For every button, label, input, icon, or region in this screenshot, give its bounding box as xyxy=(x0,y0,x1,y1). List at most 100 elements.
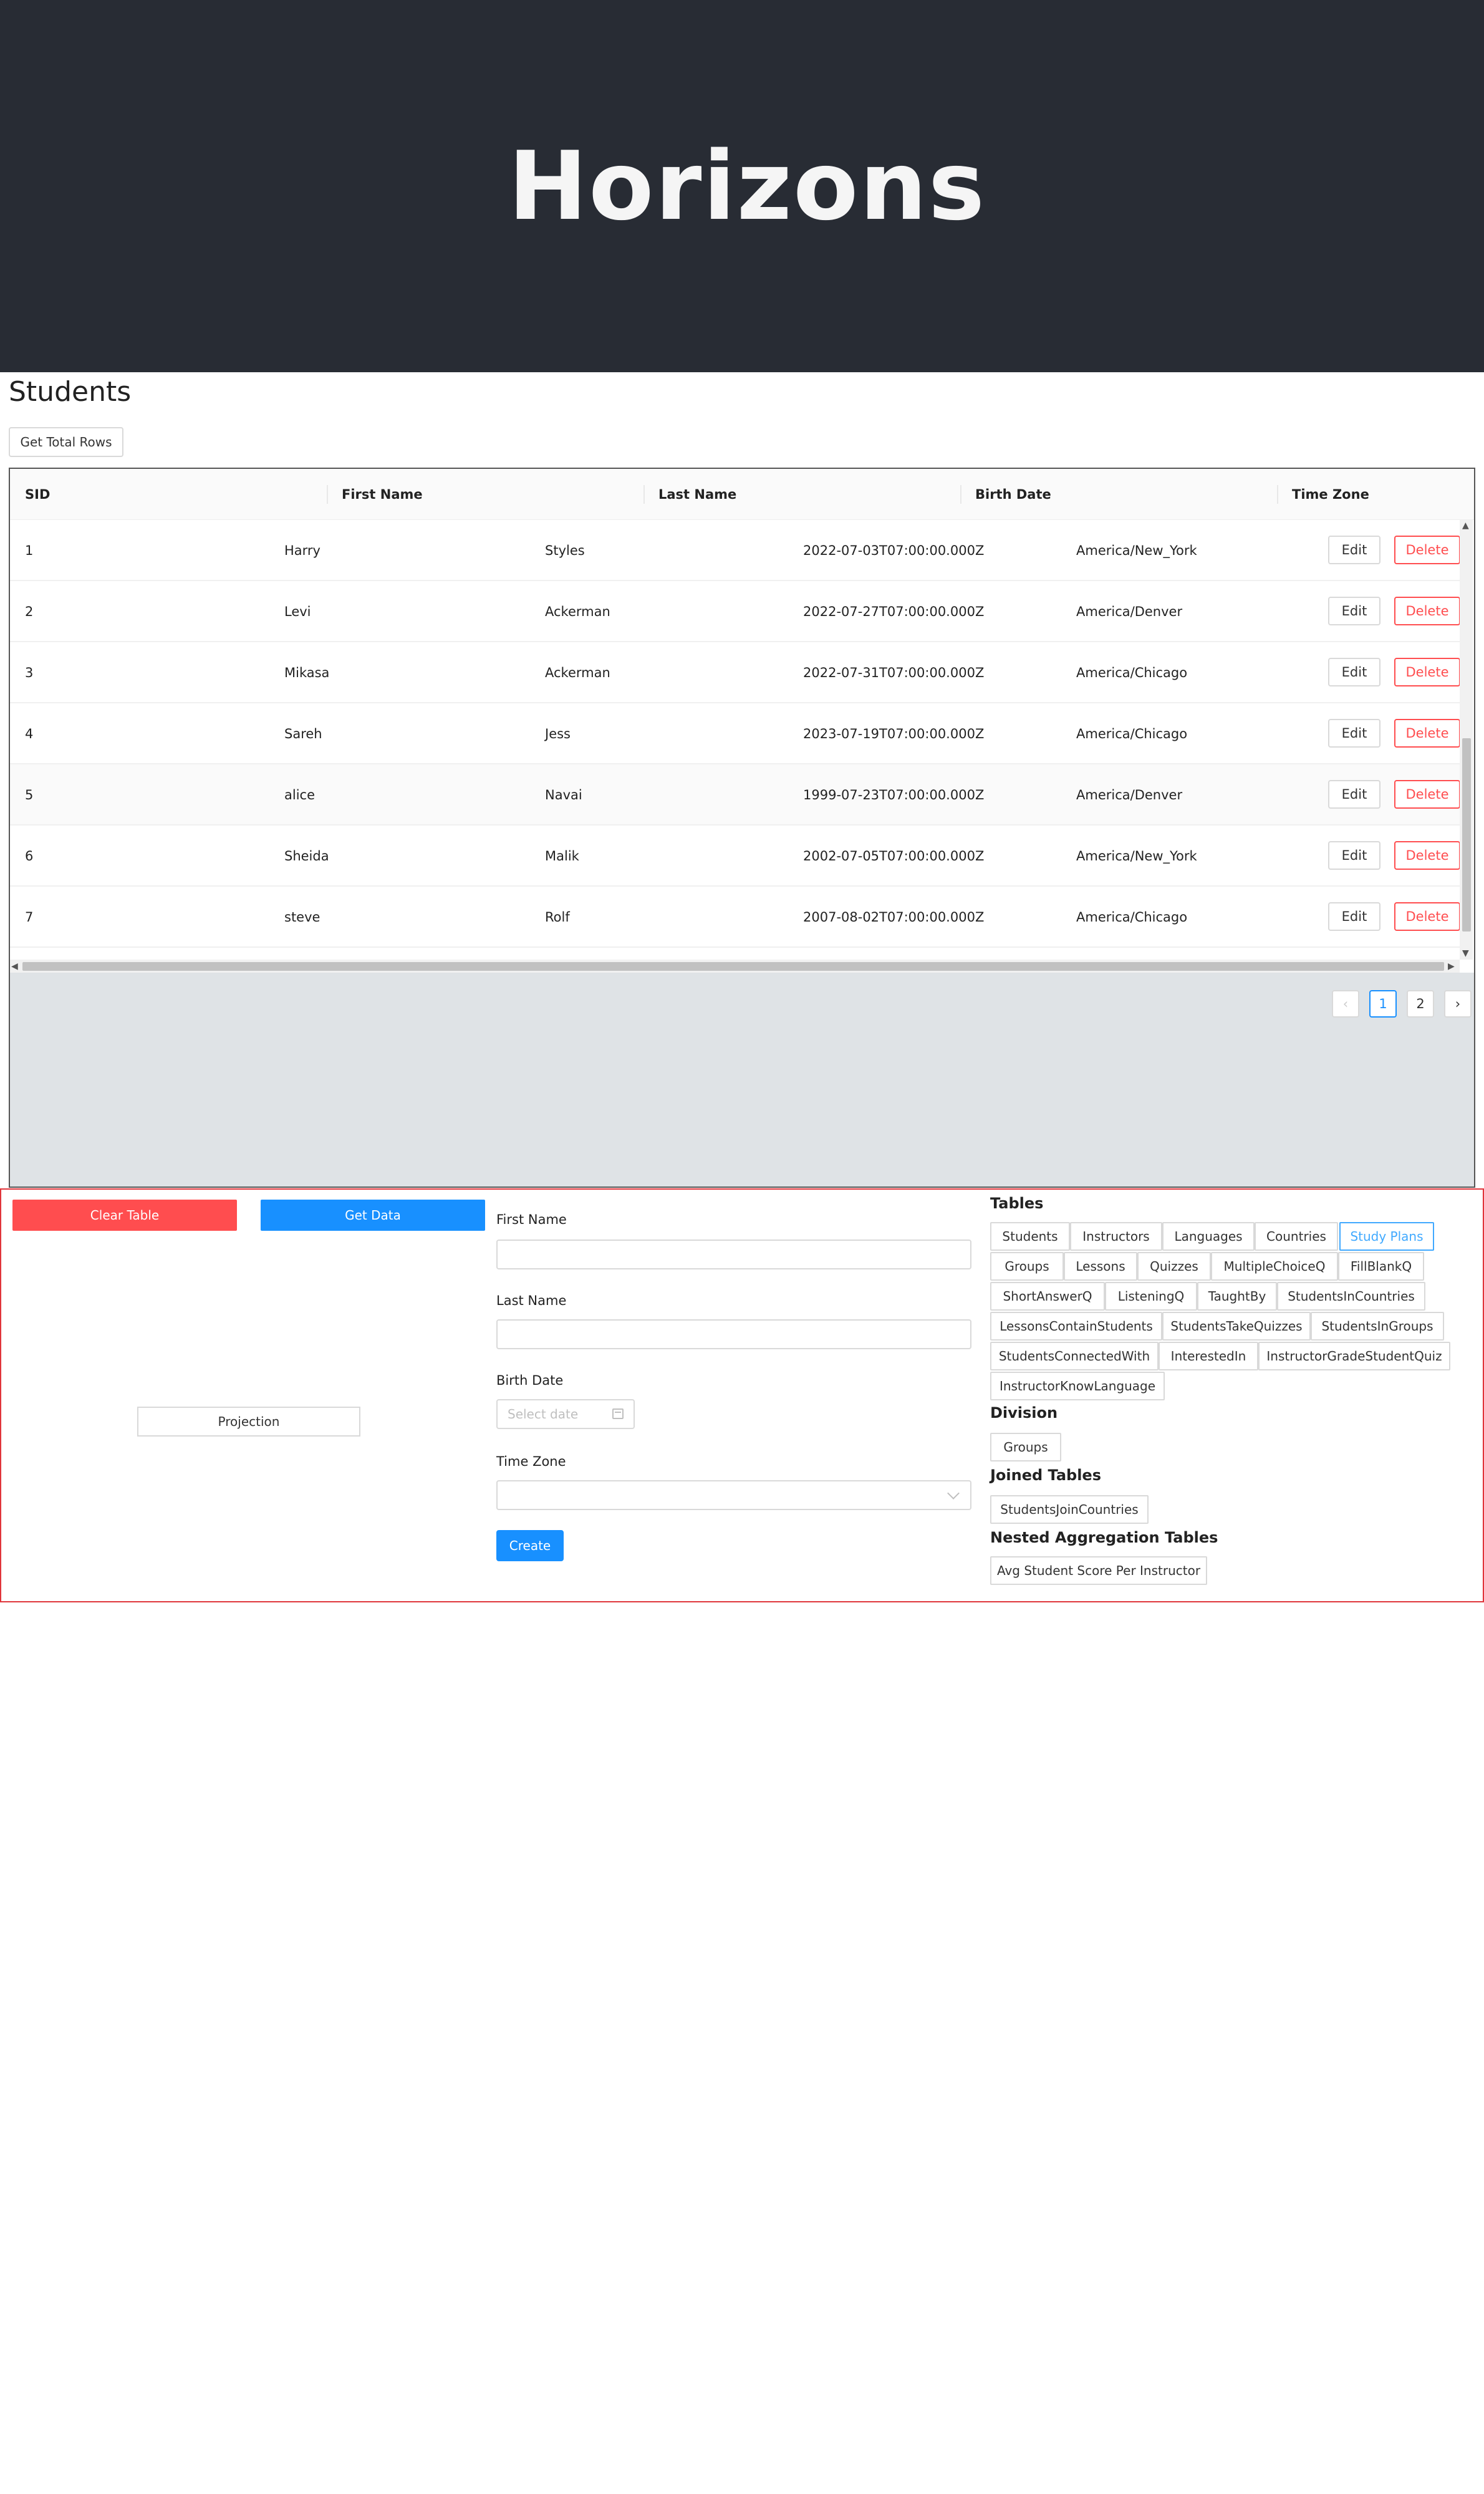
students-join-countries-button[interactable]: StudentsJoinCountries xyxy=(990,1495,1149,1524)
cell-sid: 2 xyxy=(25,604,34,619)
table-chip-shortanswerq[interactable]: ShortAnswerQ xyxy=(990,1282,1105,1311)
delete-button[interactable]: Delete xyxy=(1394,841,1460,870)
table-chip-listeningq[interactable]: ListeningQ xyxy=(1105,1282,1197,1311)
last-name-input[interactable] xyxy=(496,1319,971,1349)
cell-last-name: Ackerman xyxy=(545,604,610,619)
create-button[interactable]: Create xyxy=(496,1530,564,1561)
table-chip-fillblankq[interactable]: FillBlankQ xyxy=(1338,1252,1424,1281)
vertical-scroll-thumb[interactable] xyxy=(1462,738,1471,932)
birth-date-picker[interactable]: Select date xyxy=(496,1399,635,1429)
edit-button[interactable]: Edit xyxy=(1328,841,1380,870)
edit-button[interactable]: Edit xyxy=(1328,902,1380,931)
table-chip-languages[interactable]: Languages xyxy=(1162,1222,1255,1251)
column-header-last-name[interactable]: Last Name xyxy=(658,469,736,520)
get-total-rows-button[interactable]: Get Total Rows xyxy=(9,427,123,457)
table-chip-studentsingroups[interactable]: StudentsInGroups xyxy=(1311,1312,1444,1341)
time-zone-select[interactable] xyxy=(496,1480,971,1510)
cell-first-name: alice xyxy=(284,787,316,802)
delete-button[interactable]: Delete xyxy=(1394,658,1460,686)
scroll-left-icon[interactable]: ◀ xyxy=(11,962,18,971)
cell-sid: 5 xyxy=(25,787,34,802)
column-header-time-zone[interactable]: Time Zone xyxy=(1292,469,1369,520)
edit-button[interactable]: Edit xyxy=(1328,658,1380,686)
table-row: 5 alice Navai 1999-07-23T07:00:00.000Z Ameri… xyxy=(10,764,1460,826)
cell-first-name: steve xyxy=(284,910,320,925)
vertical-scrollbar[interactable]: ▲ ▼ xyxy=(1460,520,1473,960)
table-body: 1 Harry Styles 2022-07-03T07:00:00.000Z Amer… xyxy=(10,520,1460,960)
table-chip-lessonscontainstudents[interactable]: LessonsContainStudents xyxy=(990,1312,1162,1341)
cell-time-zone: America/Chicago xyxy=(1076,665,1188,680)
cell-time-zone: America/New_York xyxy=(1076,849,1197,864)
table-chip-instructorgradestudentquiz[interactable]: InstructorGradeStudentQuiz xyxy=(1258,1342,1450,1370)
next-page-button[interactable]: › xyxy=(1444,990,1472,1018)
table-chip-instructorknowlanguage[interactable]: InstructorKnowLanguage xyxy=(990,1372,1165,1400)
table-chip-quizzes[interactable]: Quizzes xyxy=(1137,1252,1211,1281)
cell-time-zone: America/Denver xyxy=(1076,787,1183,802)
column-header-first-name[interactable]: First Name xyxy=(342,469,423,520)
delete-button[interactable]: Delete xyxy=(1394,902,1460,931)
table-row: 8 Karam Suraj 1994-08-25T07:00:00.000Z Ameri… xyxy=(10,948,1460,960)
column-header-birth-date[interactable]: Birth Date xyxy=(975,469,1051,520)
chevron-down-icon xyxy=(947,1487,960,1500)
cell-time-zone: America/New_York xyxy=(1076,948,1197,960)
controls-panel: Clear Table Get Data Projection First Na… xyxy=(0,1188,1484,1602)
table-chip-taughtby[interactable]: TaughtBy xyxy=(1197,1282,1277,1311)
table-chip-study-plans[interactable]: Study Plans xyxy=(1339,1222,1434,1251)
column-separator xyxy=(327,485,328,504)
table-chip-students[interactable]: Students xyxy=(990,1222,1070,1251)
division-groups-button[interactable]: Groups xyxy=(990,1433,1061,1461)
edit-button[interactable]: Edit xyxy=(1328,597,1380,625)
cell-birth-date: 2023-07-19T07:00:00.000Z xyxy=(803,726,985,741)
clear-table-button[interactable]: Clear Table xyxy=(12,1200,237,1231)
edit-button[interactable]: Edit xyxy=(1328,780,1380,809)
table-chip-studentstakequizzes[interactable]: StudentsTakeQuizzes xyxy=(1162,1312,1311,1341)
delete-button[interactable]: Delete xyxy=(1394,780,1460,809)
cell-last-name: Jess xyxy=(545,726,571,741)
cell-first-name: Mikasa xyxy=(284,665,330,680)
joined-section-title: Joined Tables xyxy=(990,1466,1101,1484)
division-section-title: Division xyxy=(990,1404,1058,1422)
cell-birth-date: 2022-07-03T07:00:00.000Z xyxy=(803,543,985,558)
table-row: 1 Harry Styles 2022-07-03T07:00:00.000Z Amer… xyxy=(10,520,1460,581)
get-data-button[interactable]: Get Data xyxy=(261,1200,485,1231)
avg-student-score-button[interactable]: Avg Student Score Per Instructor xyxy=(990,1556,1207,1585)
cell-time-zone: America/New_York xyxy=(1076,543,1197,558)
cell-last-name: Styles xyxy=(545,543,585,558)
edit-button[interactable]: Edit xyxy=(1328,536,1380,564)
cell-birth-date: 2022-07-27T07:00:00.000Z xyxy=(803,604,985,619)
nested-section-title: Nested Aggregation Tables xyxy=(990,1529,1218,1546)
scroll-down-icon[interactable]: ▼ xyxy=(1462,949,1469,958)
cell-first-name: Karam xyxy=(284,948,327,960)
table-chip-countries[interactable]: Countries xyxy=(1255,1222,1338,1251)
page-1-button[interactable]: 1 xyxy=(1369,990,1397,1018)
delete-button[interactable]: Delete xyxy=(1394,536,1460,564)
cell-time-zone: America/Chicago xyxy=(1076,910,1188,925)
table-chip-studentsconnectedwith[interactable]: StudentsConnectedWith xyxy=(990,1342,1159,1370)
table-chip-lessons[interactable]: Lessons xyxy=(1064,1252,1137,1281)
table-chip-interestedin[interactable]: InterestedIn xyxy=(1159,1342,1258,1370)
cell-last-name: Malik xyxy=(545,849,579,864)
table-header: SID First Name Last Name Birth Date Time… xyxy=(10,469,1474,520)
table-row: 2 Levi Ackerman 2022-07-27T07:00:00.000Z Ame… xyxy=(10,581,1460,642)
scroll-right-icon[interactable]: ▶ xyxy=(1448,962,1455,971)
horizontal-scrollbar[interactable]: ◀ ▶ xyxy=(10,960,1460,973)
scroll-up-icon[interactable]: ▲ xyxy=(1462,521,1469,530)
delete-button[interactable]: Delete xyxy=(1394,597,1460,625)
cell-birth-date: 2002-07-05T07:00:00.000Z xyxy=(803,849,985,864)
students-table: SID First Name Last Name Birth Date Time… xyxy=(9,468,1475,1188)
cell-birth-date: 2022-07-31T07:00:00.000Z xyxy=(803,665,985,680)
table-chip-instructors[interactable]: Instructors xyxy=(1070,1222,1162,1251)
page-2-button[interactable]: 2 xyxy=(1407,990,1434,1018)
table-chip-studentsincountries[interactable]: StudentsInCountries xyxy=(1277,1282,1425,1311)
cell-last-name: Suraj xyxy=(545,948,579,960)
projection-button[interactable]: Projection xyxy=(137,1407,360,1437)
first-name-input[interactable] xyxy=(496,1240,971,1269)
column-header-sid[interactable]: SID xyxy=(25,469,50,520)
table-chip-multiplechoiceq[interactable]: MultipleChoiceQ xyxy=(1211,1252,1338,1281)
prev-page-button[interactable]: ‹ xyxy=(1332,990,1359,1018)
table-chip-groups[interactable]: Groups xyxy=(990,1252,1064,1281)
horizontal-scroll-thumb[interactable] xyxy=(22,962,1444,971)
edit-button[interactable]: Edit xyxy=(1328,719,1380,748)
delete-button[interactable]: Delete xyxy=(1394,719,1460,748)
pagination-bar: ‹ 1 2 › xyxy=(10,973,1474,1187)
